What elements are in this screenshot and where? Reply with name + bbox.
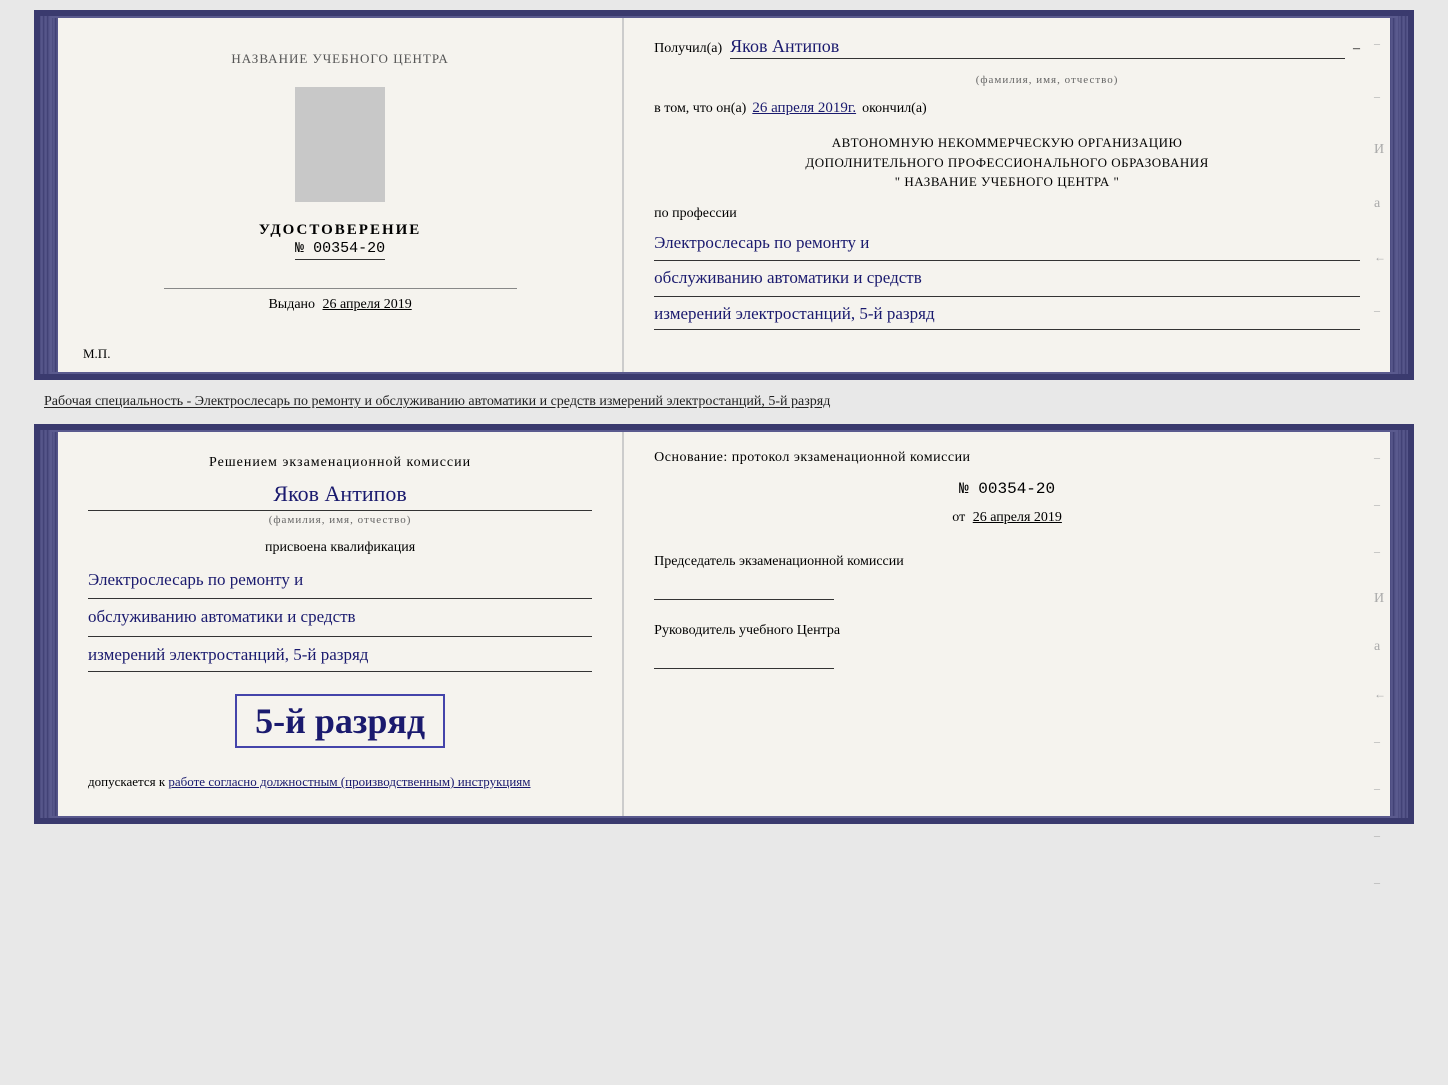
vtom-label: в том, что он(а)	[654, 101, 746, 117]
vydano-block: Выдано 26 апреля 2019	[88, 297, 592, 313]
qual-line3: измерений электростанций, 5-й разряд	[88, 639, 592, 671]
po-professii: по профессии	[654, 206, 1360, 222]
ot-date-block: от 26 апреля 2019	[654, 510, 1360, 526]
vtom-line: в том, что он(а) 26 апреля 2019г. окончи…	[654, 100, 1360, 117]
vtom-date: 26 апреля 2019г.	[752, 100, 856, 117]
dopuskaetsya-italic: работе согласно должностным (производств…	[168, 774, 530, 789]
spine-bottom-right	[1390, 430, 1408, 818]
director-label: Руководитель учебного Центра	[654, 620, 1360, 641]
chairman-block: Председатель экзаменационной комиссии	[654, 551, 1360, 600]
spine-left	[40, 16, 58, 374]
diploma-right-page: Получил(а) Яков Антипов – (фамилия, имя,…	[624, 16, 1390, 374]
chairman-label: Председатель экзаменационной комиссии	[654, 551, 1360, 572]
org-line3: " НАЗВАНИЕ УЧЕБНОГО ЦЕНТРА "	[654, 172, 1360, 192]
director-sig-line	[654, 649, 834, 669]
diploma-bottom-left: Решением экзаменационной комиссии Яков А…	[58, 430, 624, 818]
director-block: Руководитель учебного Центра	[654, 620, 1360, 669]
diploma-book-bottom: Решением экзаменационной комиссии Яков А…	[34, 424, 1414, 824]
razryad-big-container: 5-й разряд	[88, 686, 592, 756]
vydano-label: Выдано	[268, 297, 315, 312]
org-line1: АВТОНОМНУЮ НЕКОММЕРЧЕСКУЮ ОРГАНИЗАЦИЮ	[654, 133, 1360, 153]
ot-date: 26 апреля 2019	[973, 510, 1062, 525]
cert-number: № 00354-20	[295, 240, 385, 260]
spine-right	[1390, 16, 1408, 374]
qual-line2: обслуживанию автоматики и средств	[88, 601, 592, 636]
protocol-number: № 00354-20	[654, 480, 1360, 498]
recipient-name: Яков Антипов	[730, 36, 1345, 59]
cert-title-block: УДОСТОВЕРЕНИЕ № 00354-20	[259, 222, 422, 260]
side-deco-top: – – И а ← –	[1374, 36, 1386, 318]
profession-handwritten: Электрослесарь по ремонту и обслуживанию…	[654, 228, 1360, 331]
photo-placeholder	[295, 87, 385, 202]
chairman-sig-line	[654, 580, 834, 600]
fio-subtitle-bottom: (фамилия, имя, отчество)	[88, 514, 592, 526]
org-line2: ДОПОЛНИТЕЛЬНОГО ПРОФЕССИОНАЛЬНОГО ОБРАЗО…	[654, 153, 1360, 173]
okonchil-label: окончил(а)	[862, 101, 927, 117]
side-deco-bottom: – – – И а ← – – – –	[1374, 450, 1386, 890]
qualification-block: Электрослесарь по ремонту и обслуживанию…	[88, 564, 592, 672]
mp-label: М.П.	[83, 346, 110, 362]
spine-bottom-left	[40, 430, 58, 818]
recipient-line: Получил(а) Яков Антипов –	[654, 36, 1360, 59]
dopuskaetsya-block: допускается к работе согласно должностны…	[88, 772, 592, 793]
specialty-text: Рабочая специальность - Электрослесарь п…	[34, 388, 1414, 416]
osnovanie: Основание: протокол экзаменационной коми…	[654, 450, 1360, 466]
profession-line1: Электрослесарь по ремонту и	[654, 228, 1360, 262]
prisvoena: присвоена квалификация	[88, 540, 592, 556]
dopuskaetsya-label: допускается к	[88, 774, 165, 789]
center-title: НАЗВАНИЕ УЧЕБНОГО ЦЕНТРА	[231, 51, 448, 67]
bottom-person-name: Яков Антипов	[88, 481, 592, 511]
diploma-book-top: НАЗВАНИЕ УЧЕБНОГО ЦЕНТРА УДОСТОВЕРЕНИЕ №…	[34, 10, 1414, 380]
diploma-bottom-right: Основание: протокол экзаменационной коми…	[624, 430, 1390, 818]
ot-label: от	[952, 510, 965, 525]
org-block: АВТОНОМНУЮ НЕКОММЕРЧЕСКУЮ ОРГАНИЗАЦИЮ ДО…	[654, 133, 1360, 192]
qual-line1: Электрослесарь по ремонту и	[88, 564, 592, 599]
profession-line3: измерений электростанций, 5-й разряд	[654, 299, 1360, 330]
diploma-left-page: НАЗВАНИЕ УЧЕБНОГО ЦЕНТРА УДОСТОВЕРЕНИЕ №…	[58, 16, 624, 374]
razryad-big: 5-й разряд	[235, 694, 445, 748]
dash: –	[1353, 41, 1360, 57]
vydano-date: 26 апреля 2019	[323, 297, 412, 312]
fio-subtitle: (фамилия, имя, отчество)	[734, 74, 1360, 86]
profession-line2: обслуживанию автоматики и средств	[654, 263, 1360, 297]
poluchil-label: Получил(а)	[654, 41, 722, 57]
resheniem-title: Решением экзаменационной комиссии	[88, 455, 592, 471]
udost-label: УДОСТОВЕРЕНИЕ	[259, 222, 422, 239]
